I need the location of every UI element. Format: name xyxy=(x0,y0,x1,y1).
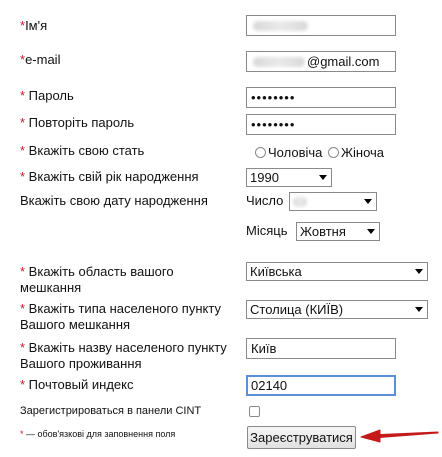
month-value: Жовтня xyxy=(300,224,346,239)
name-label: *Ім'я xyxy=(20,18,47,34)
gender-label: * Вкажіть свою стать xyxy=(20,143,144,159)
cint-panel-checkbox[interactable] xyxy=(249,406,260,417)
postal-code-label-text: Почтовый индекс xyxy=(25,377,134,392)
password-repeat-label-text: Повторіть пароль xyxy=(25,115,135,130)
chevron-down-icon xyxy=(319,175,327,180)
postal-code-label: * Почтовый индекс xyxy=(20,377,134,393)
settlement-name-input[interactable]: Київ xyxy=(246,338,396,359)
password-repeat-label: * Повторіть пароль xyxy=(20,115,134,131)
region-select[interactable]: Київська xyxy=(246,262,428,281)
chevron-down-icon xyxy=(415,307,423,312)
name-input[interactable] xyxy=(246,15,396,36)
password-repeat-input[interactable]: •••••••• xyxy=(246,114,396,135)
settlement-type-select[interactable]: Столица (КИЇВ) xyxy=(246,300,428,319)
chevron-down-icon xyxy=(367,229,375,234)
email-domain: @gmail.com xyxy=(307,54,380,69)
month-select[interactable]: Жовтня xyxy=(296,222,380,241)
gender-label-text: Вкажіть свою стать xyxy=(25,143,145,158)
settlement-type-label: * Вкажіть типа населеного пункту Вашого … xyxy=(20,301,221,333)
birth-year-select[interactable]: 1990 xyxy=(246,168,332,187)
day-label: Число xyxy=(246,193,284,208)
postal-code-input[interactable]: 02140 xyxy=(246,375,396,396)
password-label: * Пароль xyxy=(20,88,74,104)
password-input[interactable]: •••••••• xyxy=(246,87,396,108)
password-label-text: Пароль xyxy=(25,88,74,103)
name-label-text: Ім'я xyxy=(25,18,48,33)
redacted-name xyxy=(253,21,308,31)
settlement-name-label-line2: Вашого проживання xyxy=(20,356,142,371)
day-select[interactable] xyxy=(289,192,377,211)
redacted-day xyxy=(293,197,307,207)
redacted-email xyxy=(253,57,305,67)
settlement-type-label-line2: Вашого мешкання xyxy=(20,317,131,332)
arrow-left-icon xyxy=(360,429,439,443)
settlement-name-label-line1: Вкажіть назву населеного пункту xyxy=(25,340,227,355)
birth-year-label-text: Вкажіть свій рік народження xyxy=(25,169,199,184)
region-value: Київська xyxy=(250,264,302,279)
region-label-line1: Вкажіть область вашого xyxy=(25,264,174,279)
region-label: * Вкажіть область вашого мешкання xyxy=(20,264,174,296)
required-footnote: * — обов'язкові для заповнення поля xyxy=(20,428,175,440)
birth-year-value: 1990 xyxy=(250,170,279,185)
email-input[interactable]: @gmail.com xyxy=(246,51,396,72)
footnote-text: — обов'язкові для заповнення поля xyxy=(23,429,176,439)
cint-panel-label: Зарегистрироваться в панели CINT xyxy=(20,405,202,417)
month-label: Місяць xyxy=(246,223,288,238)
region-label-line2: мешкання xyxy=(20,280,82,295)
birth-year-label: * Вкажіть свій рік народження xyxy=(20,169,199,185)
settlement-type-value: Столица (КИЇВ) xyxy=(250,302,344,317)
register-button[interactable]: Зареєструватися xyxy=(247,426,356,449)
gender-male-label[interactable]: Чоловіча xyxy=(268,145,322,161)
email-label-text: e-mail xyxy=(25,52,61,67)
gender-female-label[interactable]: Жіноча xyxy=(341,145,384,161)
settlement-type-label-line1: Вкажіть типа населеного пункту xyxy=(25,301,221,316)
chevron-down-icon xyxy=(364,199,372,204)
email-label: *e-mail xyxy=(20,52,60,68)
settlement-name-label: * Вкажіть назву населеного пункту Вашого… xyxy=(20,340,227,372)
gender-male-radio[interactable] xyxy=(255,147,266,158)
gender-female-radio[interactable] xyxy=(328,147,339,158)
chevron-down-icon xyxy=(415,269,423,274)
birth-date-label: Вкажіть свою дату народження xyxy=(20,193,208,208)
